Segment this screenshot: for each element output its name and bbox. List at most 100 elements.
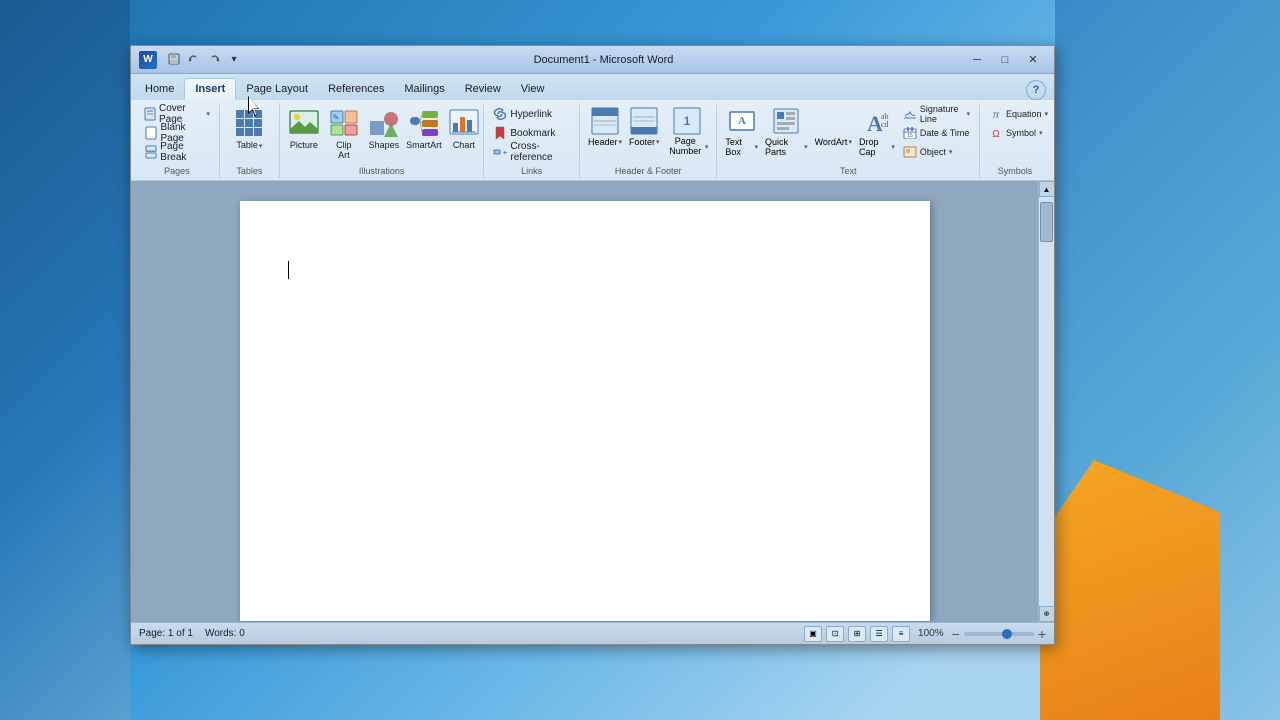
links-buttons: Hyperlink Bookmark ↩ Cross-: [490, 105, 573, 164]
header-button[interactable]: Header ▾: [586, 105, 624, 149]
object-icon: [903, 145, 917, 159]
table-icon: [233, 107, 265, 139]
save-quick-btn[interactable]: [165, 51, 183, 69]
links-group-label: Links: [490, 164, 573, 176]
tab-references[interactable]: References: [318, 78, 394, 100]
cover-page-button[interactable]: Cover Page ▾: [141, 105, 213, 123]
tab-view[interactable]: View: [511, 78, 555, 100]
title-bar-left: W ▾: [139, 51, 243, 69]
zoom-out-button[interactable]: −: [952, 627, 960, 641]
maximize-button[interactable]: □: [992, 51, 1018, 69]
wordart-button[interactable]: A WordArt ▾: [813, 105, 854, 149]
signature-line-button[interactable]: Signature Line ▾: [900, 105, 973, 123]
zoom-slider-thumb[interactable]: [1002, 629, 1012, 639]
help-button[interactable]: ?: [1026, 80, 1046, 100]
tab-insert[interactable]: Insert: [184, 78, 236, 100]
picture-button[interactable]: Picture: [286, 105, 322, 153]
tables-group-label: Tables: [226, 164, 273, 176]
header-dropdown-arrow: ▾: [619, 138, 623, 146]
cover-page-icon: [144, 107, 156, 121]
hyperlink-button[interactable]: Hyperlink: [490, 105, 555, 123]
title-bar: W ▾ Document1 - Microsoft Word: [131, 46, 1054, 74]
smartart-icon: [408, 107, 440, 139]
wordart-dropdown-arrow: ▾: [848, 138, 852, 146]
text-box-dropdown-arrow: ▾: [754, 143, 758, 151]
tab-review[interactable]: Review: [455, 78, 511, 100]
table-button[interactable]: Table ▾: [229, 105, 269, 153]
tab-home[interactable]: Home: [135, 78, 184, 100]
text-cursor: [288, 261, 289, 279]
object-button[interactable]: Object ▾: [900, 143, 973, 161]
symbols-group-label: Symbols: [986, 164, 1044, 176]
page-number-button[interactable]: 1 Page Number ▾: [665, 105, 711, 159]
document-scroll-area[interactable]: [131, 181, 1038, 622]
ribbon-group-pages: Cover Page ▾ Blank Page: [135, 103, 220, 178]
cross-reference-button[interactable]: ↩ Cross-reference: [490, 143, 573, 161]
ribbon-group-illustrations: Picture ✎: [280, 103, 485, 178]
vertical-scrollbar[interactable]: ▲ ⊕ ▾ ▼: [1038, 181, 1054, 622]
table-dropdown-arrow: ▾: [259, 142, 263, 150]
chart-button[interactable]: Chart: [446, 105, 482, 153]
svg-text:A: A: [738, 115, 746, 127]
tab-page-layout[interactable]: Page Layout: [236, 78, 318, 100]
blank-page-button[interactable]: Blank Page: [141, 124, 213, 142]
illustrations-group-label: Illustrations: [286, 164, 478, 176]
bookmark-button[interactable]: Bookmark: [490, 124, 558, 142]
ribbon-group-text: A Text Box ▾ Quick Parts ▾: [717, 103, 980, 178]
picture-icon: [288, 107, 320, 139]
clip-art-button[interactable]: ✎ Clip Art: [326, 105, 362, 163]
svg-text:A: A: [825, 112, 840, 134]
drop-cap-dropdown-arrow: ▾: [891, 143, 895, 151]
svg-text:cd: cd: [881, 120, 889, 129]
scroll-thumb[interactable]: [1040, 202, 1053, 242]
view-draft[interactable]: ≡: [892, 626, 910, 642]
date-time-button[interactable]: 15 Date & Time: [900, 124, 973, 142]
view-web[interactable]: ⊞: [848, 626, 866, 642]
drop-cap-button[interactable]: Aabcd Drop Cap ▾: [857, 105, 897, 159]
tab-mailings[interactable]: Mailings: [394, 78, 454, 100]
text-box-button[interactable]: A Text Box ▾: [723, 105, 760, 159]
undo-quick-btn[interactable]: [185, 51, 203, 69]
footer-button[interactable]: Footer ▾: [627, 105, 662, 149]
page-info: Page: 1 of 1: [139, 628, 193, 639]
smartart-button[interactable]: SmartArt: [406, 105, 442, 153]
minimize-button[interactable]: ─: [964, 51, 990, 69]
scroll-track: [1039, 197, 1054, 606]
view-outline[interactable]: ☰: [870, 626, 888, 642]
quick-parts-button[interactable]: Quick Parts ▾: [763, 105, 810, 159]
hyperlink-icon: [493, 107, 507, 121]
svg-text:↩: ↩: [503, 148, 507, 157]
ribbon-content: Cover Page ▾ Blank Page: [131, 100, 1054, 180]
text-group-label: Text: [723, 164, 973, 176]
svg-text:1: 1: [684, 114, 691, 128]
window-title: Document1 - Microsoft Word: [243, 54, 964, 66]
page-break-button[interactable]: Page Break: [141, 143, 213, 161]
date-time-icon: 15: [903, 126, 917, 140]
view-full-screen[interactable]: ⊡: [826, 626, 844, 642]
redo-quick-btn[interactable]: [205, 51, 223, 69]
footer-dropdown-arrow: ▾: [656, 138, 660, 146]
symbol-button[interactable]: Ω Symbol ▾: [986, 124, 1046, 142]
blank-page-icon: [144, 126, 158, 140]
zoom-slider[interactable]: [964, 632, 1034, 636]
tables-buttons: Table ▾: [226, 105, 273, 164]
scroll-up-button[interactable]: ▲: [1039, 181, 1055, 197]
text-buttons: A Text Box ▾ Quick Parts ▾: [723, 105, 973, 164]
document-page[interactable]: [240, 201, 930, 621]
equation-dropdown-arrow: ▾: [1045, 110, 1049, 118]
svg-text:Ω: Ω: [992, 129, 1000, 139]
quick-access-toolbar: ▾: [165, 51, 243, 69]
shapes-icon: [368, 107, 400, 139]
scroll-expand-1[interactable]: ⊕: [1039, 606, 1055, 622]
header-footer-buttons: Header ▾ Footer ▾ 1: [586, 105, 710, 164]
word-app-icon: W: [139, 51, 157, 69]
clip-art-icon: ✎: [328, 107, 360, 139]
quick-access-dropdown[interactable]: ▾: [225, 51, 243, 69]
sig-dropdown-arrow: ▾: [966, 110, 970, 118]
equation-button[interactable]: π Equation ▾: [986, 105, 1051, 123]
document-area: ▲ ⊕ ▾ ▼: [131, 181, 1054, 622]
shapes-button[interactable]: Shapes: [366, 105, 402, 153]
zoom-in-button[interactable]: +: [1038, 627, 1046, 641]
view-print-layout[interactable]: ▣: [804, 626, 822, 642]
close-button[interactable]: ✕: [1020, 51, 1046, 69]
